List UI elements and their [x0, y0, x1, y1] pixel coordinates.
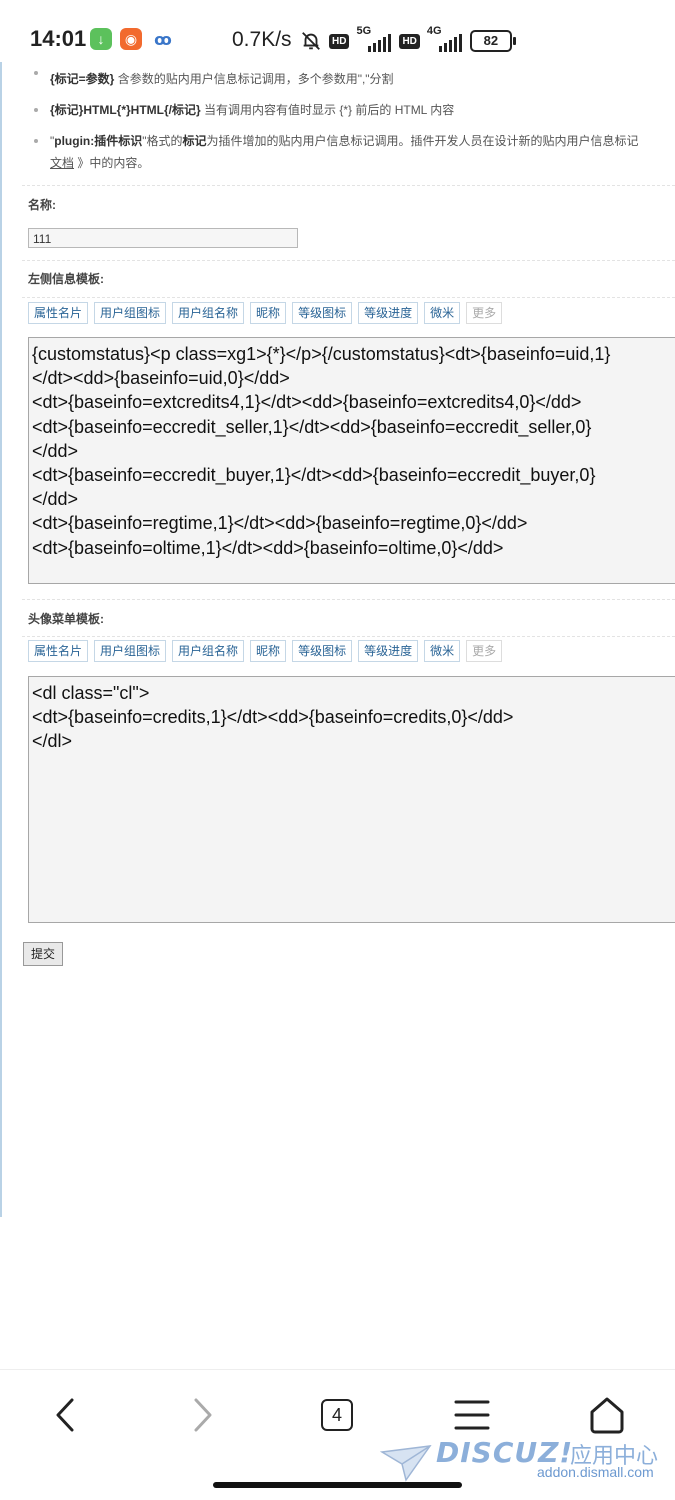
- tabs-button[interactable]: 4: [321, 1399, 353, 1447]
- tip-html: {标记}HTML{*}HTML{/标记} 当有调用内容有值时显示 {*} 前后的…: [22, 99, 675, 130]
- divider: [22, 185, 675, 186]
- forward-button[interactable]: [188, 1392, 218, 1440]
- avatar-template-toolbar: 属性名片 用户组图标 用户组名称 昵称 等级图标 等级进度 微米 更多: [22, 640, 503, 662]
- signal-4g-icon: 4G: [427, 25, 463, 54]
- submit-button[interactable]: 提交: [23, 942, 63, 966]
- bell-muted-icon: [302, 32, 320, 50]
- more-button[interactable]: 更多: [466, 640, 503, 662]
- insert-weimi-button[interactable]: 微米: [424, 302, 461, 324]
- divider: [22, 636, 675, 637]
- avatar-template-label: 头像菜单模板:: [28, 612, 104, 626]
- chevron-right-icon: [194, 1398, 212, 1432]
- back-button[interactable]: [50, 1392, 80, 1440]
- home-icon: [590, 1397, 624, 1434]
- left-template-label: 左侧信息模板:: [28, 272, 104, 286]
- insert-level-icon-button[interactable]: 等级图标: [292, 302, 353, 324]
- divider: [22, 297, 675, 298]
- insert-profile-card-button[interactable]: 属性名片: [28, 302, 89, 324]
- name-input[interactable]: 111: [28, 228, 298, 248]
- doc-link[interactable]: 文档: [50, 156, 74, 170]
- insert-profile-card-button[interactable]: 属性名片: [28, 640, 89, 662]
- more-button[interactable]: 更多: [466, 302, 503, 324]
- status-icons: HD 5G HD 4G 82: [300, 25, 516, 56]
- tips-list: {标记=参数} 含参数的贴内用户信息标记调用，多个参数用","分割 {标记}HT…: [22, 62, 675, 180]
- tip-param: {标记=参数} 含参数的贴内用户信息标记调用，多个参数用","分割: [22, 62, 675, 99]
- left-template-toolbar: 属性名片 用户组图标 用户组名称 昵称 等级图标 等级进度 微米 更多: [22, 302, 503, 324]
- hd-icon: HD: [329, 33, 350, 49]
- insert-group-icon-button[interactable]: 用户组图标: [94, 302, 167, 324]
- insert-group-name-button[interactable]: 用户组名称: [172, 302, 245, 324]
- watermark-url: addon.dismall.com: [537, 1464, 654, 1480]
- avatar-template-section: 头像菜单模板:: [22, 599, 675, 637]
- name-section: 名称:: [22, 185, 675, 220]
- home-indicator[interactable]: [213, 1482, 462, 1488]
- left-edge-line: [0, 62, 2, 1217]
- download-app-icon: ↓: [90, 28, 112, 50]
- tip-plugin: "plugin:插件标识"格式的标记为插件增加的贴内用户信息标记调用。插件开发人…: [22, 130, 675, 180]
- left-template-textarea[interactable]: {customstatus}<p class=xg1>{*}</p>{/cust…: [28, 337, 675, 584]
- insert-level-icon-button[interactable]: 等级图标: [292, 640, 353, 662]
- network-speed: 0.7K/s: [232, 28, 292, 51]
- discuz-watermark: DISCUZ! 应用中心 addon.dismall.com: [380, 1436, 675, 1484]
- hd-icon-2: HD: [399, 33, 420, 49]
- link-app-icon: ꝏ: [154, 32, 172, 49]
- avatar-template-textarea[interactable]: <dl class="cl"> <dt>{baseinfo=credits,1}…: [28, 676, 675, 923]
- insert-nickname-button[interactable]: 昵称: [250, 302, 287, 324]
- battery-icon: 82: [469, 30, 516, 52]
- name-label: 名称:: [28, 198, 56, 212]
- insert-weimi-button[interactable]: 微米: [424, 640, 461, 662]
- menu-icon: [454, 1400, 490, 1430]
- form-content: {标记=参数} 含参数的贴内用户信息标记调用，多个参数用","分割 {标记}HT…: [22, 62, 675, 180]
- paper-plane-icon: [380, 1445, 432, 1482]
- insert-level-progress-button[interactable]: 等级进度: [358, 640, 419, 662]
- status-bar: 14:01 ↓ ◉ ꝏ 0.7K/s HD 5G HD 4G 82: [0, 0, 675, 62]
- insert-group-name-button[interactable]: 用户组名称: [172, 640, 245, 662]
- chevron-left-icon: [56, 1398, 74, 1432]
- signal-5g-icon: 5G: [356, 25, 392, 54]
- left-template-section: 左侧信息模板:: [22, 260, 675, 298]
- nav-divider: [0, 1369, 675, 1370]
- insert-nickname-button[interactable]: 昵称: [250, 640, 287, 662]
- insert-level-progress-button[interactable]: 等级进度: [358, 302, 419, 324]
- status-time: 14:01: [30, 26, 87, 51]
- kuaishou-app-icon: ◉: [120, 28, 142, 50]
- tab-count: 4: [321, 1399, 353, 1431]
- insert-group-icon-button[interactable]: 用户组图标: [94, 640, 167, 662]
